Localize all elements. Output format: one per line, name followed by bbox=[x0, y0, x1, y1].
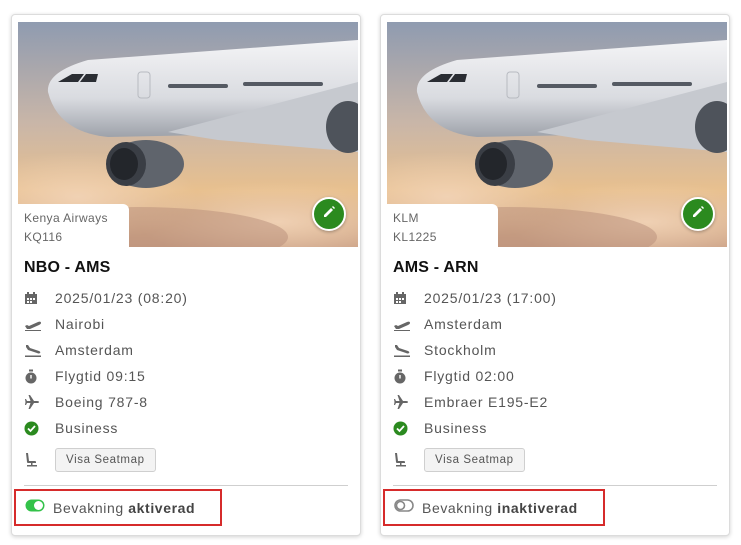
seatmap-row: Visa Seatmap bbox=[24, 448, 156, 472]
departure-datetime: 2025/01/23 (17:00) bbox=[424, 290, 557, 306]
airplane-icon bbox=[24, 389, 46, 415]
arrival-city: Stockholm bbox=[424, 342, 497, 358]
arrival-city: Amsterdam bbox=[55, 342, 134, 358]
departure-city: Amsterdam bbox=[424, 316, 503, 332]
edit-button[interactable] bbox=[312, 197, 346, 231]
stopwatch-icon bbox=[24, 363, 46, 389]
airline-info: KLM KL1225 bbox=[387, 204, 498, 247]
flight-number: KQ116 bbox=[24, 230, 63, 244]
departure-city: Nairobi bbox=[55, 316, 105, 332]
flight-time: Flygtid 09:15 bbox=[55, 368, 146, 384]
flight-details: 2025/01/23 (17:00) Amsterdam Stockholm F… bbox=[393, 285, 719, 441]
cabin-row: Business bbox=[24, 415, 350, 441]
flight-time-row: Flygtid 02:00 bbox=[393, 363, 719, 389]
toggle-off-icon bbox=[394, 498, 414, 517]
bevakning-status: inaktiverad bbox=[497, 499, 578, 516]
flight-time: Flygtid 02:00 bbox=[424, 368, 515, 384]
bevakning-prefix: Bevakning bbox=[53, 499, 124, 516]
cabin-class: Business bbox=[55, 420, 119, 436]
flight-time-row: Flygtid 09:15 bbox=[24, 363, 350, 389]
aircraft-type: Embraer E195-E2 bbox=[424, 394, 549, 410]
toggle-on-icon bbox=[25, 499, 45, 517]
date-row: 2025/01/23 (17:00) bbox=[393, 285, 719, 311]
aircraft-row: Boeing 787-8 bbox=[24, 389, 350, 415]
landing-icon bbox=[393, 337, 415, 363]
check-circle-icon bbox=[24, 415, 46, 441]
aircraft-row: Embraer E195-E2 bbox=[393, 389, 719, 415]
flight-card: Kenya Airways KQ116 NBO - AMS 2025/01/23… bbox=[11, 14, 361, 536]
arrival-row: Amsterdam bbox=[24, 337, 350, 363]
stopwatch-icon bbox=[393, 363, 415, 389]
cabin-row: Business bbox=[393, 415, 719, 441]
flight-number: KL1225 bbox=[393, 230, 437, 244]
edit-button[interactable] bbox=[681, 197, 715, 231]
bevakning-status: aktiverad bbox=[128, 499, 196, 516]
bevakning-label: Bevakning aktiverad bbox=[53, 500, 195, 516]
divider bbox=[393, 485, 717, 486]
date-row: 2025/01/23 (08:20) bbox=[24, 285, 350, 311]
cabin-class: Business bbox=[424, 420, 488, 436]
arrival-row: Stockholm bbox=[393, 337, 719, 363]
takeoff-icon bbox=[393, 311, 415, 337]
route-title: AMS - ARN bbox=[393, 259, 479, 276]
calendar-icon bbox=[24, 285, 46, 311]
pencil-icon bbox=[322, 205, 336, 224]
visa-seatmap-button[interactable]: Visa Seatmap bbox=[424, 448, 525, 472]
visa-seatmap-button[interactable]: Visa Seatmap bbox=[55, 448, 156, 472]
seat-icon bbox=[24, 452, 46, 468]
departure-row: Nairobi bbox=[24, 311, 350, 337]
check-circle-icon bbox=[393, 415, 415, 441]
departure-row: Amsterdam bbox=[393, 311, 719, 337]
bevakning-prefix: Bevakning bbox=[422, 499, 493, 516]
flight-card: KLM KL1225 AMS - ARN 2025/01/23 (17:00) … bbox=[380, 14, 730, 536]
seat-icon bbox=[393, 452, 415, 468]
bevakning-toggle[interactable]: Bevakning inaktiverad bbox=[383, 489, 605, 526]
departure-datetime: 2025/01/23 (08:20) bbox=[55, 290, 188, 306]
bevakning-label: Bevakning inaktiverad bbox=[422, 500, 578, 516]
flight-details: 2025/01/23 (08:20) Nairobi Amsterdam Fly… bbox=[24, 285, 350, 441]
airline-info: Kenya Airways KQ116 bbox=[18, 204, 129, 247]
airline-name: Kenya Airways bbox=[24, 211, 108, 225]
takeoff-icon bbox=[24, 311, 46, 337]
airline-name: KLM bbox=[393, 211, 419, 225]
bevakning-toggle[interactable]: Bevakning aktiverad bbox=[14, 489, 222, 526]
aircraft-type: Boeing 787-8 bbox=[55, 394, 148, 410]
calendar-icon bbox=[393, 285, 415, 311]
pencil-icon bbox=[691, 205, 705, 224]
airplane-icon bbox=[393, 389, 415, 415]
route-title: NBO - AMS bbox=[24, 259, 111, 276]
seatmap-row: Visa Seatmap bbox=[393, 448, 525, 472]
landing-icon bbox=[24, 337, 46, 363]
divider bbox=[24, 485, 348, 486]
